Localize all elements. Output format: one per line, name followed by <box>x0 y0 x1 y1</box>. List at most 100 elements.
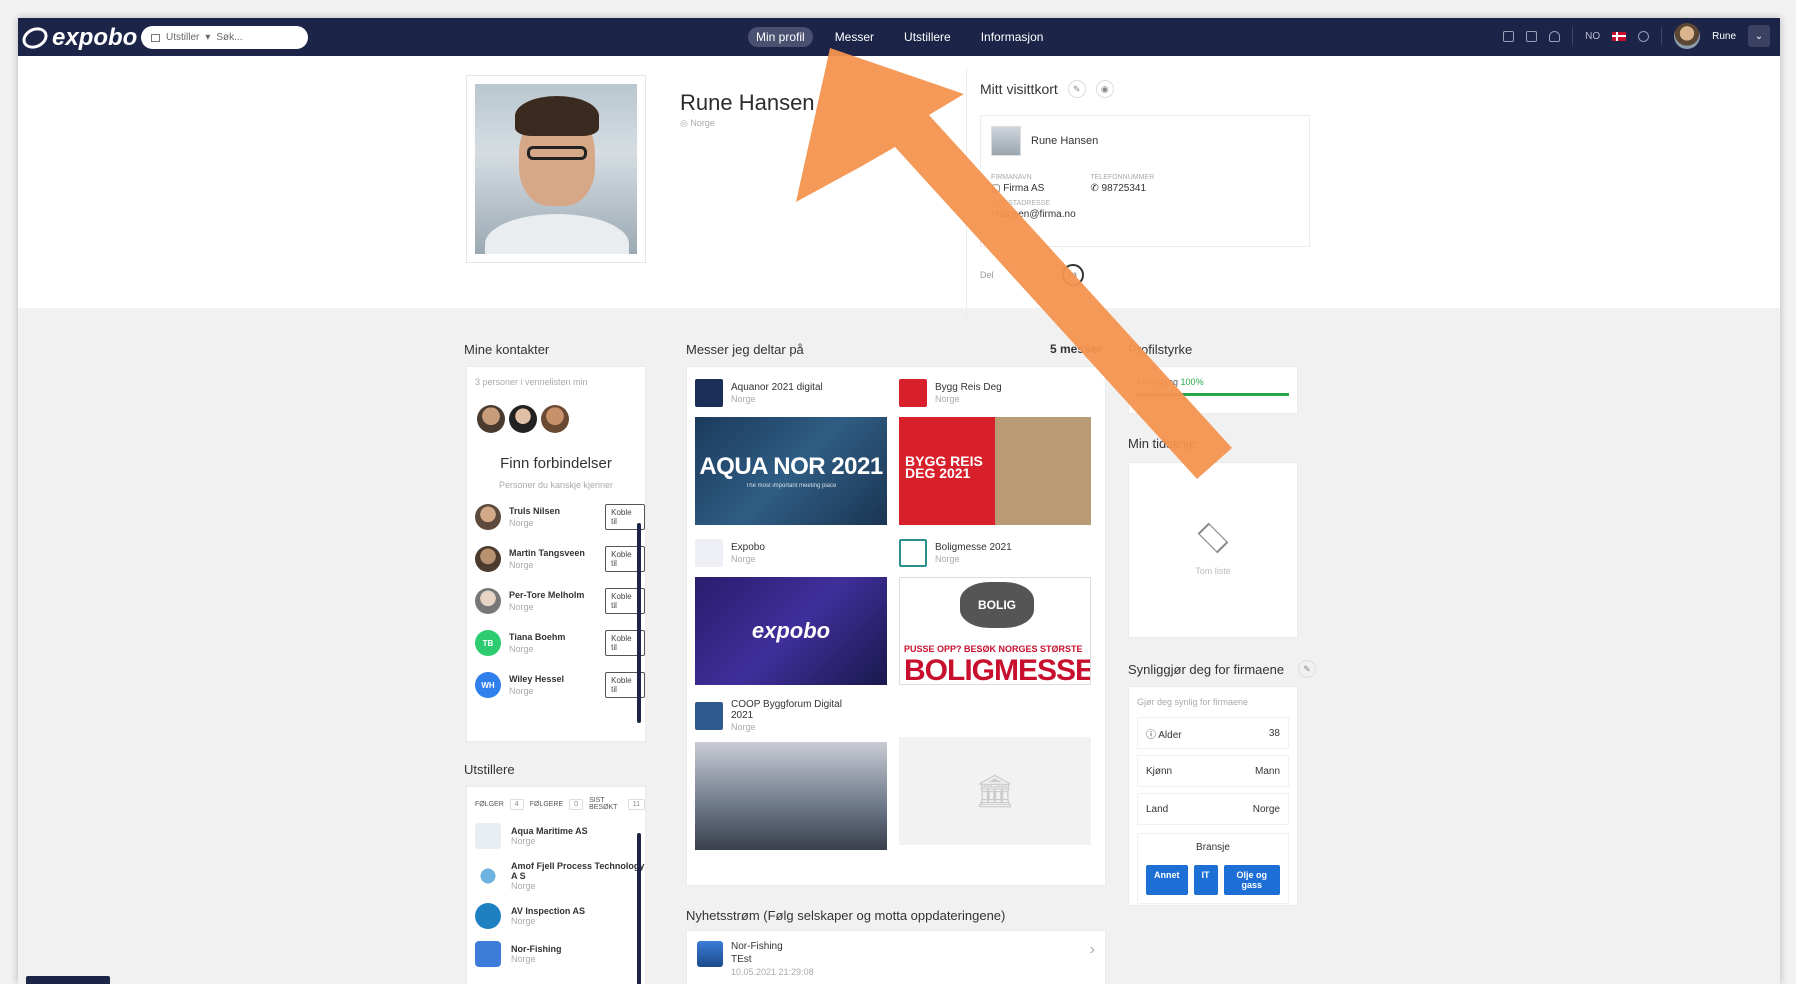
contacts-icon[interactable] <box>1503 30 1515 42</box>
property-label: Kjønn <box>1146 765 1173 777</box>
search-filter-select[interactable]: Utstiller <box>166 32 199 43</box>
fair-banner[interactable]: AQUA NOR 2021 The most important meeting… <box>695 417 887 525</box>
tab-sist-besokt[interactable]: SIST BESØKT <box>589 797 622 811</box>
nav-link-informasjon[interactable]: Informasjon <box>973 27 1052 47</box>
fair-name[interactable]: Boligmesse 2021 <box>935 542 1012 553</box>
visibility-header: Synliggjør deg for firmaene ✎ <box>1128 660 1317 678</box>
avatar[interactable] <box>475 546 501 572</box>
bell-icon[interactable] <box>1549 30 1561 42</box>
industry-tag[interactable]: IT <box>1193 865 1218 895</box>
list-item[interactable]: Amof Fjell Process Technology A S Norge <box>475 861 645 891</box>
property-row-gender[interactable]: Kjønn Mann <box>1137 755 1289 787</box>
contacts-scrollbar[interactable] <box>637 523 641 723</box>
avatar[interactable] <box>509 405 537 433</box>
linkedin-icon[interactable]: in <box>1061 264 1084 286</box>
news-company[interactable]: Nor-Fishing <box>731 941 814 952</box>
mail-icon[interactable] <box>1526 30 1538 42</box>
business-card-title: Mitt visittkort <box>980 81 1058 97</box>
edit-pencil-icon[interactable]: ✎ <box>1067 80 1086 98</box>
contact-name[interactable]: Martin Tangsveen <box>509 548 585 558</box>
business-card-name: Rune Hansen <box>1031 135 1099 147</box>
separator <box>1572 27 1574 45</box>
contact-location: Norge <box>509 686 534 696</box>
avatar[interactable]: WH <box>475 672 501 698</box>
nav-link-min-profil[interactable]: Min profil <box>748 27 813 47</box>
fair-name[interactable]: Bygg Reis Deg <box>935 382 1002 393</box>
contacts-count: 3 personer i vennelisten min <box>475 377 588 387</box>
search-box[interactable]: Utstiller ▾ Søk... <box>141 26 308 49</box>
search-input[interactable]: Søk... <box>216 32 242 43</box>
exhibitor-name[interactable]: Aqua Maritime AS <box>511 826 588 836</box>
profile-name: Rune Hansen <box>680 90 815 115</box>
exhibitors-scrollbar[interactable] <box>637 833 641 984</box>
fair-card-expobo[interactable]: Expobo Norge expobo <box>695 539 887 685</box>
exhibitors-panel: FØLGER 4 FØLGERE 0 SIST BESØKT 11 Aqua M… <box>466 786 646 984</box>
list-item[interactable]: AV Inspection AS Norge <box>475 903 645 929</box>
user-name[interactable]: Rune <box>1712 31 1736 42</box>
exhibitor-location: Norge <box>511 881 536 891</box>
chevron-right-icon[interactable]: › <box>1090 941 1095 959</box>
exhibitor-name[interactable]: AV Inspection AS <box>511 906 585 916</box>
tab-folgere[interactable]: FØLGERE <box>530 801 563 808</box>
property-row-age[interactable]: ⓘ Alder 38 <box>1137 717 1289 749</box>
fair-card-aquanor[interactable]: Aquanor 2021 digital Norge AQUA NOR 2021 … <box>695 379 887 525</box>
fair-card-bygg-reis-deg[interactable]: Bygg Reis Deg Norge BYGG REIS DEG 2021 <box>899 379 1091 525</box>
timeline-title: Min tidslinje <box>1128 436 1196 451</box>
fair-card-boligmesse[interactable]: Boligmesse 2021 Norge BOLIG PUSSE OPP? BE… <box>899 539 1091 685</box>
nav-right-tools: NO Rune ⌄ <box>1503 23 1770 49</box>
visibility-title: Synliggjør deg for firmaene <box>1128 661 1285 677</box>
fair-card-coop[interactable]: COOP Byggforum Digital 2021 Norge <box>695 699 887 850</box>
contact-name[interactable]: Truls Nilsen <box>509 506 560 516</box>
fair-banner[interactable]: expobo <box>695 577 887 685</box>
list-item[interactable]: Nor-Fishing Norge <box>475 941 645 967</box>
industry-tag[interactable]: Annet <box>1146 865 1188 895</box>
norway-flag-icon[interactable] <box>1612 31 1627 41</box>
user-avatar[interactable] <box>1674 23 1701 49</box>
expobo-logo[interactable]: expobo <box>18 23 137 53</box>
view-eye-icon[interactable]: ◉ <box>1095 80 1114 98</box>
strength-progress <box>1137 393 1289 396</box>
fair-name[interactable]: COOP Byggforum Digital 2021 <box>731 699 842 721</box>
industry-tag[interactable]: Olje og gass <box>1223 865 1280 895</box>
exhibitor-logo <box>475 863 501 889</box>
nav-link-utstillere[interactable]: Utstillere <box>896 27 959 47</box>
email-value[interactable]: r.hansen@firma.no <box>991 209 1299 220</box>
nav-link-messer[interactable]: Messer <box>827 27 882 47</box>
fair-banner[interactable] <box>695 742 887 850</box>
fair-banner[interactable]: BOLIG PUSSE OPP? BESØK NORGES STØRSTE BO… <box>899 577 1091 685</box>
user-menu-chevron-icon[interactable]: ⌄ <box>1748 25 1770 47</box>
tab-count: 4 <box>509 798 524 810</box>
property-value: 38 <box>1268 727 1280 739</box>
profile-photo <box>475 84 637 254</box>
settings-icon[interactable] <box>1638 30 1650 42</box>
exhibitor-name[interactable]: Amof Fjell Process Technology A S <box>511 861 644 881</box>
fair-logo <box>695 379 723 407</box>
fair-name[interactable]: Expobo <box>731 542 765 553</box>
exhibitor-name[interactable]: Nor-Fishing <box>511 944 562 954</box>
list-item[interactable]: Aqua Maritime AS Norge <box>475 823 645 849</box>
profile-photo-card[interactable] <box>466 75 646 263</box>
fair-name[interactable]: Aquanor 2021 digital <box>731 382 823 393</box>
contact-name[interactable]: Wiley Hessel <box>509 674 564 684</box>
avatar[interactable] <box>477 405 505 433</box>
tab-folger[interactable]: FØLGER <box>475 801 504 808</box>
exhibitor-location: Norge <box>511 916 536 926</box>
language-label[interactable]: NO <box>1585 31 1600 42</box>
edit-pencil-icon[interactable]: ✎ <box>1298 660 1317 678</box>
avatar[interactable]: TB <box>475 630 501 656</box>
property-row-country[interactable]: Land Norge <box>1137 793 1289 825</box>
avatar[interactable] <box>475 588 501 614</box>
list-item: WH Wiley Hessel Norge Koble til <box>475 670 645 700</box>
news-item[interactable]: Nor-Fishing TEst 10.05.2021 21:29:08 › <box>687 931 1105 984</box>
avatar[interactable] <box>475 504 501 530</box>
chevron-down-icon: ▾ <box>205 32 211 43</box>
avatar[interactable] <box>541 405 569 433</box>
contact-name[interactable]: Per-Tore Melholm <box>509 590 584 600</box>
business-card-photo <box>991 126 1021 156</box>
fair-banner[interactable]: BYGG REIS DEG 2021 <box>899 417 1091 525</box>
banner-line-2: BOLIGMESSE <box>904 654 1091 685</box>
industry-label: Bransje <box>1196 842 1230 853</box>
strength-panel: Fremgang 100% <box>1128 366 1298 414</box>
contact-name[interactable]: Tiana Boehm <box>509 632 565 642</box>
divider <box>966 68 967 320</box>
